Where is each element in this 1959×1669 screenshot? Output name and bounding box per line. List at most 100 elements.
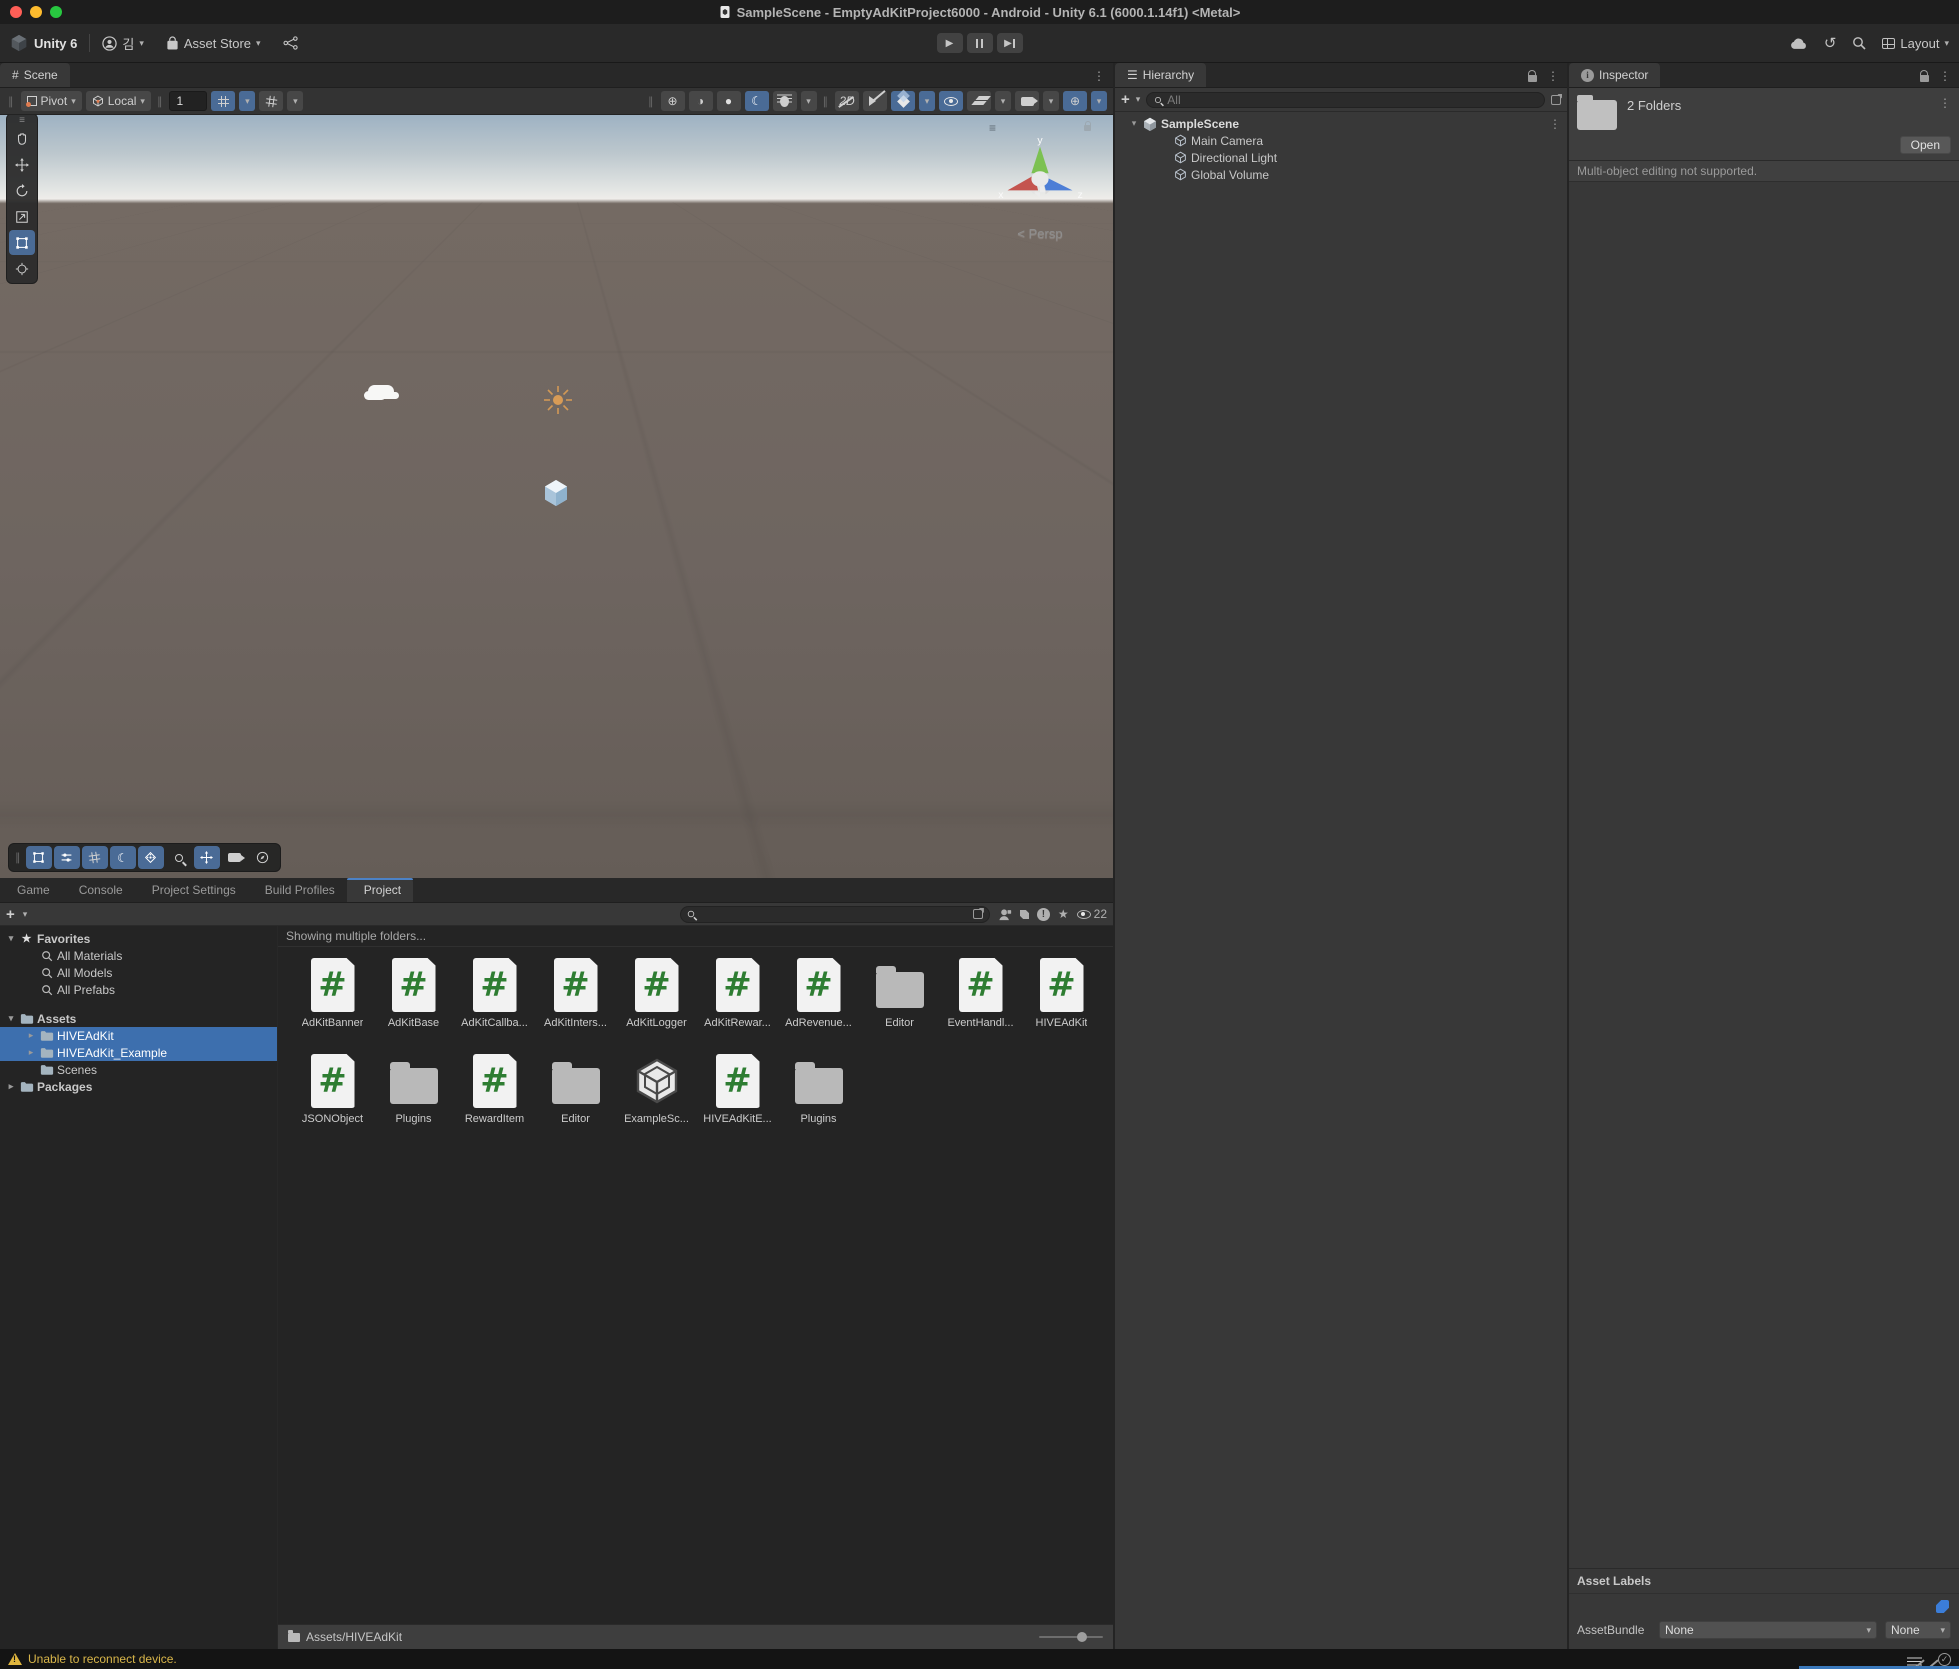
asset-item[interactable]: # HIVEAdKitE... — [697, 1053, 778, 1145]
gizmo-orientation-caret[interactable]: ▾ — [1091, 91, 1107, 111]
bottom-tab[interactable]: ⚙ Game — [0, 878, 62, 902]
shading-shaded-button[interactable]: ◑ — [689, 91, 713, 111]
play-button[interactable]: ▶ — [937, 33, 963, 53]
move-tool-button[interactable] — [9, 152, 35, 177]
hand-tool-button[interactable] — [9, 126, 35, 151]
asset-store-search-button[interactable] — [998, 908, 1012, 921]
overlay-drag-handle[interactable]: ∥ — [648, 95, 655, 108]
asset-item[interactable]: # EventHandl... — [940, 957, 1021, 1049]
folder-tree-row[interactable]: All Materials — [0, 947, 277, 964]
tab-hierarchy[interactable]: ☰ Hierarchy — [1115, 63, 1206, 87]
asset-item[interactable]: # Editor — [535, 1053, 616, 1145]
audio-mute-toggle[interactable] — [863, 91, 887, 111]
bottom-tab[interactable]: ⚙ Console — [62, 878, 135, 902]
asset-item[interactable]: # Editor — [859, 957, 940, 1049]
effects-toggle[interactable] — [891, 91, 915, 111]
layout-dropdown[interactable]: Layout ▾ — [1882, 36, 1949, 51]
bottom-tab[interactable]: ⚙ Project Settings — [135, 878, 248, 902]
pause-button[interactable] — [967, 33, 993, 53]
transform-tool-button[interactable] — [9, 256, 35, 281]
scale-tool-button[interactable] — [9, 204, 35, 229]
undo-history-icon[interactable]: ↺ — [1824, 34, 1837, 52]
camera-overlay-button[interactable] — [222, 846, 248, 869]
asset-item[interactable]: # AdKitLogger — [616, 957, 697, 1049]
orientation-gizmo[interactable]: ≡ y x z < Persp — [985, 121, 1095, 241]
scene-viewport[interactable]: ≡ — [0, 115, 1113, 878]
tree-caret-icon[interactable] — [1129, 118, 1139, 129]
scene-menu-icon[interactable]: ⋮ — [1093, 69, 1105, 83]
tree-caret-icon[interactable] — [6, 1013, 16, 1024]
folder-tree-row[interactable]: Scenes — [0, 1061, 277, 1078]
snap-increment-toggle[interactable] — [259, 91, 283, 111]
hierarchy-search-input[interactable]: All — [1146, 92, 1545, 108]
tab-inspector[interactable]: i Inspector — [1569, 63, 1660, 87]
thumbnail-zoom-slider[interactable] — [1039, 1636, 1103, 1638]
layers-button[interactable] — [967, 91, 991, 111]
tab-scene[interactable]: # Scene — [0, 63, 70, 87]
overlay-drag-handle[interactable]: ∥ — [8, 95, 15, 108]
gizmo-orientation-button[interactable]: ⊕ — [1063, 91, 1087, 111]
view-options-overlay-button[interactable]: ☾ — [110, 846, 136, 869]
bottom-tab[interactable]: ⚙ Build Profiles — [248, 878, 347, 902]
activity-ok-icon[interactable]: ✓ — [1938, 1653, 1951, 1666]
asset-store-menu[interactable]: Asset Store ▾ — [166, 36, 261, 51]
bottom-tab[interactable]: ⚙ Project — [347, 878, 413, 902]
folder-tree-row[interactable]: Packages — [0, 1078, 277, 1095]
tree-caret-icon[interactable] — [6, 933, 16, 944]
grid-snap-overlay-button[interactable] — [82, 846, 108, 869]
folder-tree-row[interactable]: All Models — [0, 964, 277, 981]
skybox-toggle[interactable]: ☾ — [745, 91, 769, 111]
camera-settings-button[interactable] — [1015, 91, 1039, 111]
item-menu-icon[interactable]: ⋮ — [1549, 117, 1561, 131]
asset-item[interactable]: # AdKitRewar... — [697, 957, 778, 1049]
rect-overlay-button[interactable] — [26, 846, 52, 869]
hierarchy-item[interactable]: Main Camera ⋮ — [1115, 132, 1567, 149]
debug-draw-caret[interactable]: ▾ — [801, 91, 817, 111]
status-bar[interactable]: Unable to reconnect device. ✓ — [0, 1649, 1959, 1669]
folder-tree-row[interactable]: HIVEAdKit_Example — [0, 1044, 277, 1061]
2d-toggle[interactable]: 2D — [835, 91, 859, 111]
version-control-button[interactable] — [283, 36, 299, 50]
white-sprite-gizmo[interactable] — [368, 385, 394, 398]
hierarchy-item[interactable]: SampleScene ⋮ — [1115, 115, 1567, 132]
rect-tool-button[interactable] — [9, 230, 35, 255]
asset-item[interactable]: # AdRevenue... — [778, 957, 859, 1049]
folder-tree-row[interactable]: All Prefabs — [0, 981, 277, 998]
layers-caret[interactable]: ▾ — [995, 91, 1011, 111]
snap-increment-caret[interactable]: ▾ — [287, 91, 303, 111]
hierarchy-menu-icon[interactable]: ⋮ — [1547, 69, 1559, 83]
asset-item[interactable]: # Plugins — [778, 1053, 859, 1145]
assetbundle-select[interactable]: None▾ — [1659, 1621, 1877, 1639]
open-search-window-icon[interactable] — [973, 909, 983, 919]
inspector-menu-icon[interactable]: ⋮ — [1939, 69, 1951, 83]
visible-count[interactable]: 22 — [1077, 907, 1107, 921]
cloud-icon[interactable] — [1790, 37, 1808, 50]
move-overlay-button[interactable] — [194, 846, 220, 869]
chevron-down-icon[interactable]: ▾ — [1136, 94, 1141, 105]
overlay-drag-handle[interactable]: ≡ — [19, 117, 25, 125]
asset-item[interactable]: # RewardItem — [454, 1053, 535, 1145]
cube-gizmo[interactable] — [543, 479, 569, 507]
label-filter-icon[interactable] — [1020, 910, 1029, 919]
lighting-toggle[interactable]: ● — [717, 91, 741, 111]
asset-item[interactable]: # Plugins — [373, 1053, 454, 1145]
asset-item[interactable]: # ExampleSc... — [616, 1053, 697, 1145]
open-button[interactable]: Open — [1900, 136, 1951, 154]
grid-visibility-toggle[interactable] — [211, 91, 235, 111]
folder-tree-row[interactable]: HIVEAdKit — [0, 1027, 277, 1044]
chevron-down-icon[interactable]: ▾ — [23, 909, 28, 920]
asset-item[interactable]: # JSONObject — [292, 1053, 373, 1145]
rotate-tool-button[interactable] — [9, 178, 35, 203]
search-overlay-button[interactable] — [166, 846, 192, 869]
create-object-button[interactable]: + — [1121, 91, 1130, 108]
add-label-icon[interactable] — [1936, 1600, 1949, 1613]
folder-tree-row[interactable]: Favorites — [0, 930, 277, 947]
favorites-filter-icon[interactable]: ★ — [1058, 907, 1069, 921]
asset-item[interactable]: # AdKitInters... — [535, 957, 616, 1049]
tree-caret-icon[interactable] — [26, 1047, 36, 1058]
tree-caret-icon[interactable] — [6, 1081, 16, 1092]
directional-light-gizmo[interactable] — [543, 385, 573, 415]
tree-caret-icon[interactable] — [26, 1030, 36, 1041]
asset-item[interactable]: # HIVEAdKit — [1021, 957, 1102, 1049]
overlay-drag-handle[interactable]: ∥ — [15, 851, 22, 864]
